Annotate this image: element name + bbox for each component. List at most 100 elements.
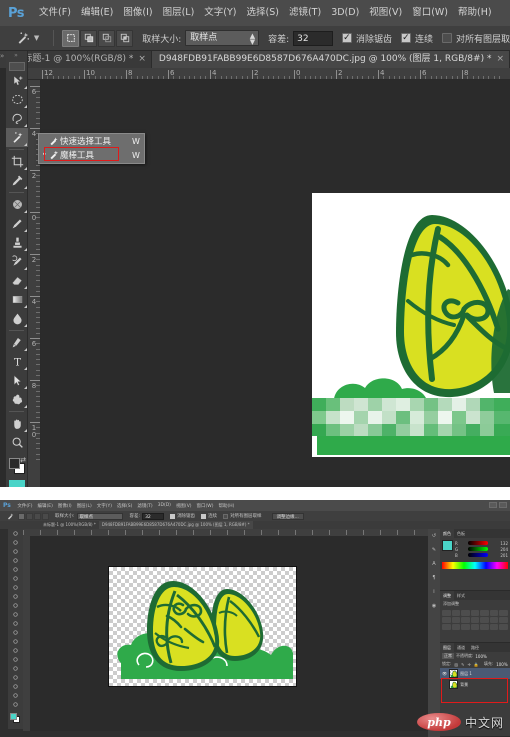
brush-panel-icon[interactable]: ✎ — [428, 543, 440, 557]
color-spectrum-bar[interactable] — [442, 562, 508, 569]
s-history-brush-tool[interactable] — [8, 610, 23, 619]
s-all-layers-checkbox[interactable]: 对所有图层取样 — [223, 513, 262, 519]
s-crop-tool[interactable] — [8, 565, 23, 574]
adjustment-icon-13[interactable] — [499, 617, 508, 623]
s-magic-wand-tool[interactable] — [8, 556, 23, 565]
path-selection-tool[interactable] — [6, 371, 28, 390]
menu-select[interactable]: 选择(S) — [242, 0, 284, 26]
tab-adjustments[interactable]: 调整 — [440, 591, 454, 600]
pen-tool[interactable] — [6, 333, 28, 352]
second-horizontal-ruler[interactable] — [23, 529, 428, 536]
second-vertical-ruler[interactable] — [23, 536, 30, 731]
adjustment-icon-8[interactable] — [451, 617, 461, 623]
horizontal-ruler[interactable]: 12 10 8 6 4 2 0 2 4 6 8 — [28, 68, 510, 80]
s-mode-intersect[interactable] — [42, 512, 49, 520]
lock-position-icon[interactable]: ✛ — [468, 662, 471, 667]
selection-mode-add[interactable] — [80, 29, 98, 47]
zoom-tool[interactable] — [6, 433, 28, 452]
magic-wand-tool[interactable] — [6, 128, 28, 147]
s-document-tab-jpg[interactable]: D948FDB91FABB99E6D8587D676A470DC.jpg @ 1… — [98, 521, 253, 529]
adjustment-icon-3[interactable] — [470, 610, 480, 616]
s-path-selection-tool[interactable] — [8, 673, 23, 682]
antialias-checkbox[interactable]: ✓ 消除锯齿 — [341, 32, 392, 45]
maximize-button[interactable] — [499, 502, 507, 508]
s-menu-edit[interactable]: 编辑(E) — [35, 503, 55, 509]
slider-b[interactable] — [468, 553, 488, 557]
adjustment-icon-0[interactable] — [442, 610, 451, 616]
contiguous-checkbox[interactable]: ✓ 连续 — [400, 32, 433, 45]
second-document-canvas[interactable] — [108, 566, 297, 687]
character-panel-icon[interactable]: A — [428, 557, 440, 571]
s-blur-tool[interactable] — [8, 637, 23, 646]
crop-tool[interactable] — [6, 152, 28, 171]
s-menu-filter[interactable]: 滤镜(T) — [135, 503, 155, 509]
s-marquee-tool[interactable] — [8, 538, 23, 547]
magic-wand-icon-small[interactable] — [4, 512, 16, 520]
spinner-icon[interactable]: ▲ ▼ — [250, 33, 255, 46]
selection-mode-intersect[interactable] — [116, 29, 134, 47]
s-document-tab-untitled[interactable]: 未标题-1 @ 100%(RGB/8) * — [40, 521, 99, 529]
s-hand-tool[interactable] — [8, 691, 23, 700]
adjustment-icon-11[interactable] — [480, 617, 489, 623]
minimize-button[interactable] — [489, 502, 497, 508]
tab-channels[interactable]: 通道 — [454, 643, 468, 652]
second-canvas-workspace[interactable] — [30, 536, 428, 731]
s-clone-stamp-tool[interactable] — [8, 601, 23, 610]
s-menu-layer[interactable]: 图层(L) — [74, 503, 94, 509]
color-swatches[interactable]: ⇄ — [6, 456, 27, 478]
s-menu-type[interactable]: 文字(Y) — [94, 503, 114, 509]
menu-help[interactable]: 帮助(H) — [453, 0, 497, 26]
blur-tool[interactable] — [6, 309, 28, 328]
foreground-color-swatch[interactable] — [9, 458, 20, 469]
adjustment-icon-10[interactable] — [470, 617, 480, 623]
s-dodge-tool[interactable] — [8, 646, 23, 655]
tab-color[interactable]: 颜色 — [440, 529, 454, 538]
flyout-item-quick-selection[interactable]: 快速选择工具 W — [39, 134, 144, 148]
s-foreground-swatch[interactable] — [9, 713, 17, 720]
s-tolerance-input[interactable]: 32 — [142, 512, 165, 520]
s-menu-window[interactable]: 窗口(W) — [194, 503, 216, 509]
palette-collapse-bar[interactable] — [8, 62, 25, 71]
s-eyedropper-tool[interactable] — [8, 574, 23, 583]
s-mode-add[interactable] — [26, 512, 33, 520]
s-mode-new[interactable] — [18, 512, 25, 520]
info-panel-icon[interactable]: i — [428, 585, 440, 599]
s-eraser-tool[interactable] — [8, 619, 23, 628]
lock-image-icon[interactable]: ✎ — [461, 662, 464, 667]
lasso-tool[interactable] — [6, 109, 28, 128]
history-brush-tool[interactable] — [6, 252, 28, 271]
type-tool[interactable]: T — [6, 352, 28, 371]
s-refine-edge-button[interactable]: 调整边缘... — [271, 512, 304, 520]
menu-file[interactable]: 文件(F) — [34, 0, 76, 26]
color-panel[interactable]: 颜色 色板 R 132 G 204 B 201 — [440, 529, 510, 591]
slider-r[interactable] — [468, 541, 488, 545]
s-menu-select[interactable]: 选择(S) — [114, 503, 134, 509]
s-mode-subtract[interactable] — [34, 512, 41, 520]
s-lasso-tool[interactable] — [8, 547, 23, 556]
adjustment-icon-12[interactable] — [489, 617, 499, 623]
all-layers-checkbox[interactable]: ✓ 对所有图层取 — [441, 32, 510, 45]
history-panel-icon[interactable]: ↺ — [428, 529, 440, 543]
s-color-swatches[interactable] — [8, 712, 23, 724]
adjustment-icon-15[interactable] — [451, 624, 461, 630]
menu-type[interactable]: 文字(Y) — [199, 0, 241, 26]
menu-edit[interactable]: 编辑(E) — [76, 0, 118, 26]
s-gradient-tool[interactable] — [8, 628, 23, 637]
swap-colors-icon[interactable]: ⇄ — [20, 456, 26, 464]
s-sample-size-select[interactable]: 取样点 — [76, 512, 123, 520]
fill-value[interactable]: 100% — [496, 662, 507, 667]
menu-filter[interactable]: 滤镜(T) — [284, 0, 326, 26]
menu-window[interactable]: 窗口(W) — [407, 0, 453, 26]
spot-healing-tool[interactable] — [6, 195, 28, 214]
menu-image[interactable]: 图像(I) — [118, 0, 157, 26]
selection-mode-subtract[interactable] — [98, 29, 116, 47]
tab-paths[interactable]: 路径 — [468, 643, 482, 652]
s-type-tool[interactable] — [8, 664, 23, 673]
tab-styles[interactable]: 样式 — [454, 591, 468, 600]
adjustment-icon-9[interactable] — [461, 617, 470, 623]
s-antialias-checkbox[interactable]: 消除锯齿 — [170, 513, 195, 519]
adjustment-icon-1[interactable] — [451, 610, 461, 616]
close-icon[interactable]: × — [496, 51, 504, 68]
sample-size-select[interactable]: 取样点 ▲ ▼ — [185, 30, 260, 46]
adjustment-icon-17[interactable] — [470, 624, 480, 630]
